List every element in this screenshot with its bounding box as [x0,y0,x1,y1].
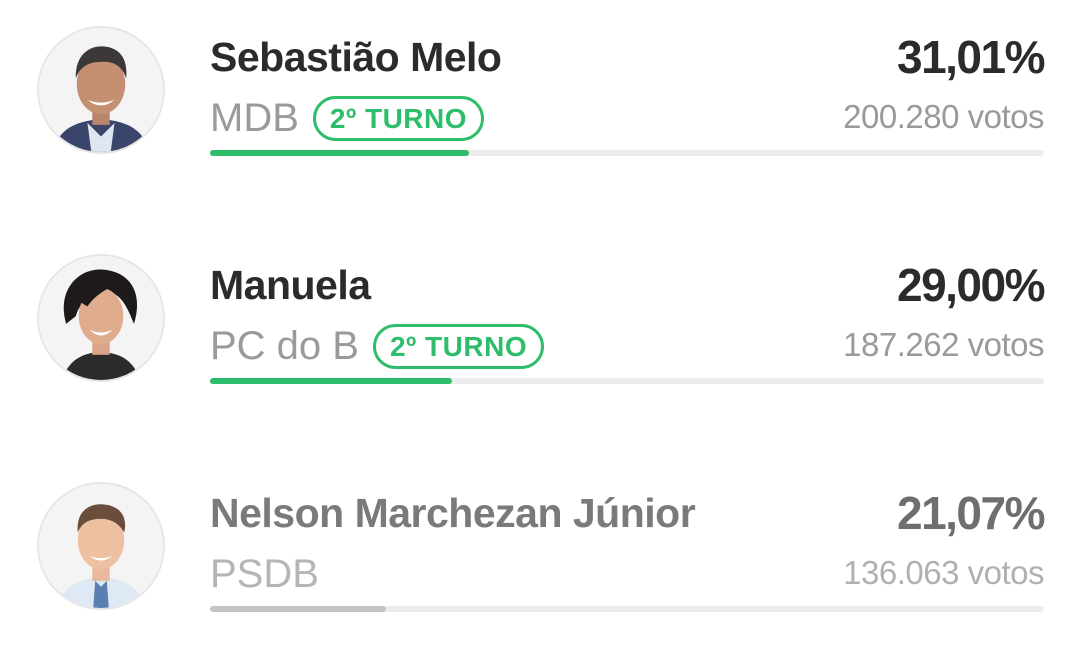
vote-progress-track [210,378,1044,384]
vote-percent: 29,00% [896,259,1046,311]
candidate-name: Nelson Marchezan Júnior [210,490,696,536]
vote-progress-fill [210,150,469,156]
candidate-row[interactable]: Sebastião Melo MDB 2º TURNO 31,01% 200.2… [0,26,1080,166]
vote-percent: 31,01% [896,31,1046,83]
second-round-badge: 2º TURNO [372,324,545,369]
candidate-photo-icon [39,484,163,608]
candidate-party: PC do B 2º TURNO [210,324,545,369]
vote-count: 200.280 votos [843,98,1044,135]
candidate-photo-icon [39,28,163,152]
candidate-party: PSDB [210,552,319,597]
vote-count: 187.262 votos [843,326,1044,363]
candidate-avatar [37,254,165,382]
vote-count: 136.063 votos [843,554,1044,591]
candidate-row[interactable]: Manuela PC do B 2º TURNO 29,00% 187.262 … [0,254,1080,394]
candidate-avatar [37,26,165,154]
vote-progress-track [210,150,1044,156]
party-label: PC do B [210,324,359,368]
vote-percent: 21,07% [896,487,1046,539]
vote-progress-fill [210,378,452,384]
candidate-name: Manuela [210,262,371,308]
vote-progress-fill [210,606,386,612]
candidate-avatar [37,482,165,610]
candidate-name: Sebastião Melo [210,34,502,80]
candidate-party: MDB 2º TURNO [210,96,485,141]
vote-progress-track [210,606,1044,612]
second-round-badge: 2º TURNO [312,96,485,141]
candidate-photo-icon [39,256,163,380]
candidate-row[interactable]: Nelson Marchezan Júnior PSDB 21,07% 136.… [0,482,1080,622]
party-label: PSDB [210,552,319,596]
party-label: MDB [210,96,299,140]
